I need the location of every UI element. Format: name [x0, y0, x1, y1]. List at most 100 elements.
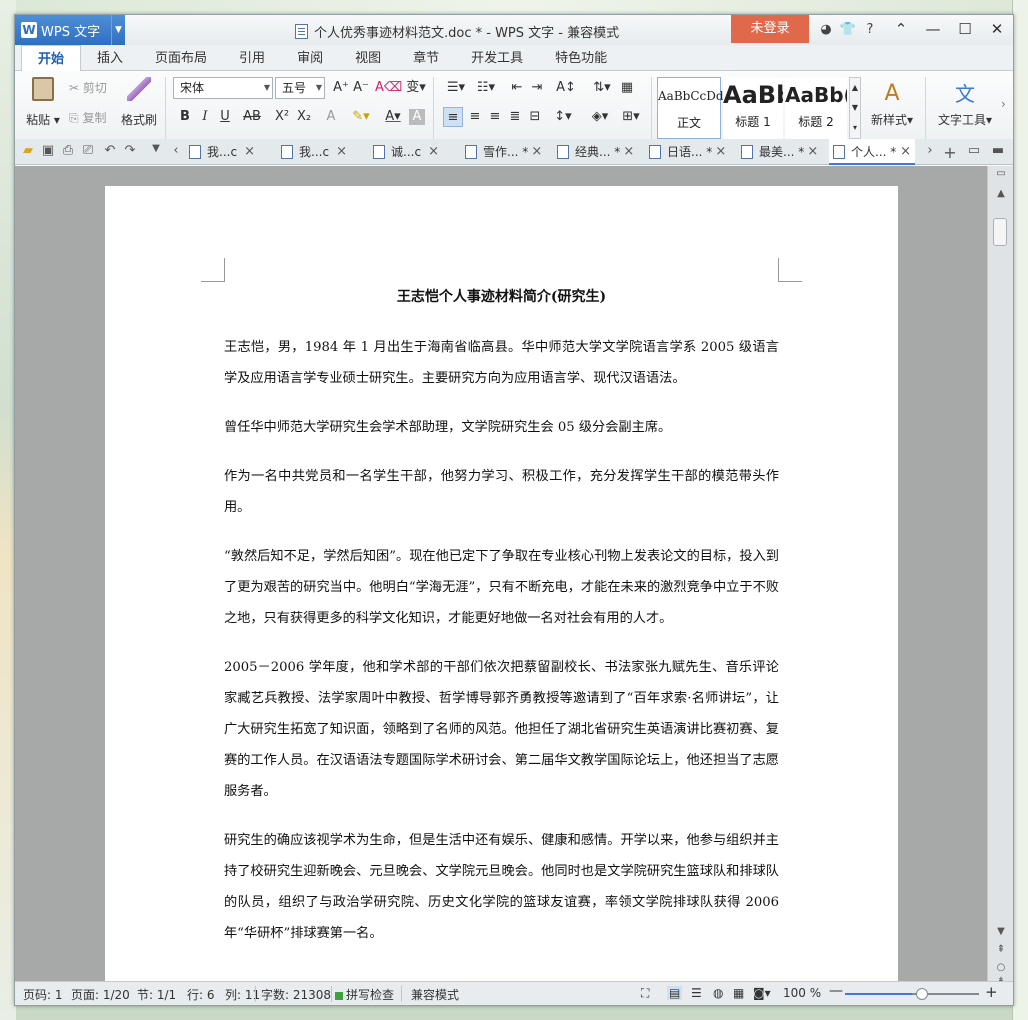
doc-tab[interactable]: 最美... * ×	[737, 139, 818, 165]
redo-icon[interactable]: ↷	[121, 143, 139, 158]
styles-scroll[interactable]: ▲ ▼ ▾	[849, 77, 861, 139]
increase-indent-icon[interactable]: ⇥	[527, 78, 547, 98]
document-area[interactable]: 王志恺个人事迹材料简介(研究生) 王志恺，男，1984 年 1 月出生于海南省临…	[15, 166, 987, 981]
quick-access-menu-icon[interactable]: ▼	[147, 143, 165, 154]
strikethrough-button[interactable]: AB	[239, 107, 265, 127]
style-heading-2[interactable]: AaBb( 标题 2	[785, 77, 847, 139]
text-effect-icon[interactable]: A	[321, 107, 341, 127]
style-normal[interactable]: AaBbCcDd 正文	[657, 77, 724, 139]
ruler-toggle-icon[interactable]: ▭	[988, 168, 1014, 179]
login-button[interactable]: 未登录	[731, 15, 809, 43]
align-center-icon[interactable]: ≡	[465, 107, 485, 127]
doc-tab[interactable]: 诚...c ×	[369, 139, 439, 165]
doc-tab-active[interactable]: 个人... * ×	[829, 139, 915, 165]
underline-button[interactable]: U	[215, 107, 235, 127]
maximize-button[interactable]: ☐	[949, 15, 981, 43]
shrink-font-icon[interactable]: A⁻	[351, 78, 371, 98]
print-preview-icon[interactable]: ⎚	[79, 143, 97, 158]
font-name-select[interactable]: 宋体 ▼	[173, 77, 273, 99]
style-heading-1[interactable]: AaBb 标题 1	[723, 77, 783, 139]
ribbon-scroll-right-icon[interactable]: ›	[1001, 97, 1006, 111]
close-icon[interactable]: ×	[428, 139, 439, 165]
close-icon[interactable]: ×	[531, 139, 542, 165]
tabs-scroll-left-icon[interactable]: ‹	[167, 143, 185, 158]
doc-tab[interactable]: 我...c ×	[185, 139, 255, 165]
sort-icon[interactable]: ⇅▾	[589, 78, 615, 98]
font-color-icon[interactable]: A▾	[379, 107, 407, 127]
font-size-select[interactable]: 五号 ▼	[275, 77, 325, 99]
zoom-slider[interactable]	[845, 988, 979, 1000]
close-button[interactable]: ✕	[981, 15, 1013, 43]
tab-references[interactable]: 引用	[223, 45, 281, 71]
numbered-list-icon[interactable]: ☷▾	[471, 78, 501, 98]
close-icon[interactable]: ×	[623, 139, 634, 165]
superscript-button[interactable]: X²	[271, 107, 293, 127]
open-folder-icon[interactable]: ▰	[19, 143, 37, 158]
bullet-list-icon[interactable]: ☰▾	[441, 78, 471, 98]
save-icon[interactable]: ▣	[39, 143, 57, 158]
vertical-scrollbar[interactable]: ▭ ▲ ▼ ⇞ ○ ⇟	[987, 166, 1014, 987]
table-icon[interactable]: ▦	[617, 78, 637, 98]
scroll-up-icon[interactable]: ▲	[988, 188, 1014, 199]
wps-menu-button[interactable]: W WPS 文字 ▼	[15, 15, 125, 45]
char-shading-icon[interactable]: A	[409, 109, 425, 125]
format-painter-button[interactable]: 格式刷	[119, 77, 159, 128]
outline-view-icon[interactable]: ☰	[691, 986, 702, 1000]
clear-format-icon[interactable]: A⌫	[375, 78, 402, 98]
document-page[interactable]: 王志恺个人事迹材料简介(研究生) 王志恺，男，1984 年 1 月出生于海南省临…	[105, 186, 898, 981]
tab-menu-icon[interactable]: ▬	[989, 143, 1007, 158]
tab-special[interactable]: 特色功能	[539, 45, 623, 71]
skin-icon[interactable]: 👕	[837, 22, 859, 37]
tab-chapter[interactable]: 章节	[397, 45, 455, 71]
minimize-button[interactable]: —	[917, 15, 949, 43]
distribute-icon[interactable]: ⊟	[525, 107, 545, 127]
align-left-icon[interactable]: ≡	[443, 107, 463, 127]
scroll-down-icon[interactable]: ▼	[988, 926, 1014, 937]
spell-check-toggle[interactable]: 拼写检查	[335, 986, 394, 1003]
doc-tab[interactable]: 经典... * ×	[553, 139, 634, 165]
page-view-icon[interactable]: ▤	[667, 986, 683, 1000]
previous-page-icon[interactable]: ⇞	[988, 944, 1014, 955]
justify-icon[interactable]: ≣	[505, 107, 525, 127]
doc-tab[interactable]: 我...c ×	[277, 139, 347, 165]
new-tab-icon[interactable]: +	[941, 143, 959, 162]
zoom-out-icon[interactable]: —	[829, 983, 843, 999]
line-spacing-icon[interactable]: ↕▾	[549, 107, 577, 127]
web-view-icon[interactable]: ◍	[713, 986, 723, 1000]
tab-view[interactable]: 视图	[339, 45, 397, 71]
undo-icon[interactable]: ↶	[101, 143, 119, 158]
text-direction-icon[interactable]: A↕	[551, 78, 581, 98]
italic-button[interactable]: I	[195, 107, 215, 127]
close-icon[interactable]: ×	[336, 139, 347, 165]
page-number[interactable]: 页码: 1	[23, 986, 63, 1003]
select-browse-object-icon[interactable]: ○	[988, 962, 1014, 973]
chevron-down-icon[interactable]: ▼	[111, 15, 125, 45]
text-tools-button[interactable]: 文 文字工具▾	[933, 77, 997, 128]
bold-button[interactable]: B	[175, 107, 195, 127]
reading-view-icon[interactable]: ▦	[733, 986, 744, 1000]
document-body[interactable]: 王志恺，男，1984 年 1 月出生于海南省临高县。华中师范大学文学院语言学系 …	[224, 332, 779, 967]
close-icon[interactable]: ×	[244, 139, 255, 165]
phonetic-guide-icon[interactable]: 变▾	[401, 78, 431, 98]
close-icon[interactable]: ×	[715, 139, 726, 165]
copy-button[interactable]: ⎘ 复制	[69, 109, 106, 126]
collapse-ribbon-icon[interactable]: ⌃	[885, 15, 917, 43]
full-screen-icon[interactable]: ⛶	[641, 986, 649, 1001]
more-views-icon[interactable]: ◙▾	[753, 986, 771, 1000]
subscript-button[interactable]: X₂	[293, 107, 315, 127]
tab-insert[interactable]: 插入	[81, 45, 139, 71]
tab-home[interactable]: 开始	[21, 45, 82, 72]
paste-button[interactable]: 粘贴 ▾	[25, 77, 61, 128]
cut-button[interactable]: ✂ 剪切	[69, 79, 107, 96]
grow-font-icon[interactable]: A⁺	[331, 78, 351, 98]
shading-icon[interactable]: ◈▾	[585, 107, 615, 127]
align-right-icon[interactable]: ≡	[485, 107, 505, 127]
tabs-scroll-right-icon[interactable]: ›	[921, 143, 939, 158]
doc-tab[interactable]: 雪作... * ×	[461, 139, 542, 165]
highlight-icon[interactable]: ✎▾	[347, 107, 375, 127]
tab-page-layout[interactable]: 页面布局	[139, 45, 223, 71]
tab-list-icon[interactable]: ▭	[965, 143, 983, 158]
zoom-slider-handle[interactable]	[916, 988, 928, 1000]
scroll-thumb[interactable]	[993, 218, 1007, 246]
doc-tab[interactable]: 日语... * ×	[645, 139, 726, 165]
